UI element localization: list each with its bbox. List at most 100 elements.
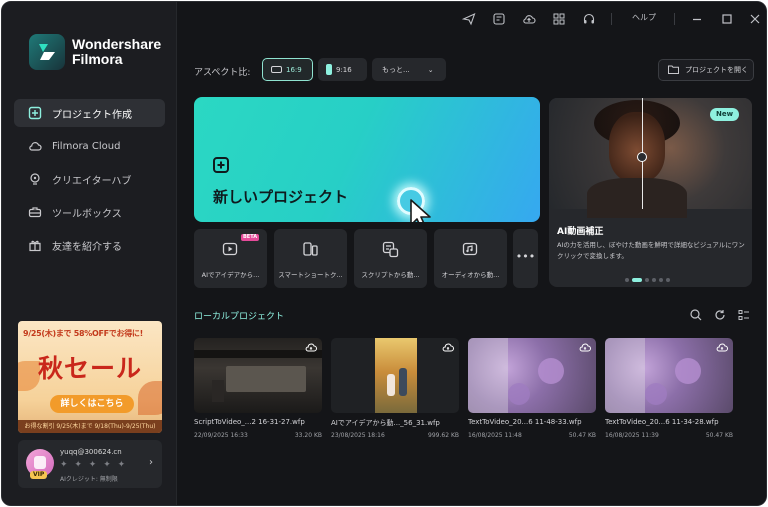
folder-icon (668, 65, 679, 76)
promo-cta-button[interactable]: 詳しくはこちら (50, 395, 134, 413)
tool-ai-idea-to-video[interactable]: BETA AIでアイデアから... (194, 229, 267, 288)
tool-smart-short-clips[interactable]: スマートショートク... (274, 229, 347, 288)
cloud-icon (28, 139, 42, 153)
open-project-button[interactable]: プロジェクトを開く (658, 59, 754, 81)
sidebar-item-label: ツールボックス (52, 208, 122, 220)
cloud-sync-icon[interactable] (305, 342, 317, 352)
carousel-dot[interactable] (652, 278, 656, 282)
landscape-icon (271, 66, 282, 73)
sidebar-item-creator-hub[interactable]: クリエイターハブ (14, 165, 165, 193)
more-tools-button[interactable]: ••• (513, 229, 538, 288)
aspect-option-label: 16:9 (286, 65, 302, 74)
cloud-sync-icon[interactable] (442, 342, 454, 352)
project-name: TextToVideo_20...6 11-34-28.wfp (605, 418, 719, 426)
membership-icons: ✦ ✦ ✦ ✦ ✦ (60, 460, 128, 470)
cloud-upload-icon[interactable] (522, 11, 536, 25)
thumbnail-figure (387, 374, 395, 396)
sidebar-item-label: プロジェクト作成 (52, 109, 132, 121)
project-thumbnail[interactable] (194, 338, 322, 413)
carousel-dot[interactable] (625, 278, 629, 282)
aspect-option-label: 9:16 (336, 65, 352, 74)
minimize-icon[interactable] (690, 11, 704, 25)
thumbnail-flower (538, 358, 564, 384)
cloud-sync-icon[interactable] (716, 342, 728, 352)
sidebar-item-filmora-cloud[interactable]: Filmora Cloud (14, 132, 165, 160)
ai-idea-icon (222, 242, 238, 256)
new-project-title: 新しいプロジェクト (213, 188, 349, 206)
bulb-icon (28, 172, 42, 186)
user-account-card[interactable]: VIP yuqq@300624.cn ✦ ✦ ✦ ✦ ✦ AIクレジット: 無制… (18, 440, 162, 488)
project-size: 50.47 KB (568, 432, 596, 439)
save-project-icon[interactable] (492, 11, 506, 25)
script-video-icon (382, 241, 399, 258)
brand-line-1: Wondershare (72, 36, 162, 52)
portrait-face (609, 112, 665, 182)
thumbnail-shelf (194, 350, 322, 358)
brand-line-2: Filmora (72, 51, 123, 67)
cloud-sync-icon[interactable] (579, 342, 591, 352)
aspect-9-16-button[interactable]: 9:16 (318, 58, 367, 81)
carousel-dot-active[interactable] (632, 278, 642, 282)
thumbnail-image (375, 338, 417, 413)
search-icon[interactable] (689, 307, 703, 321)
thumbnail-figure (399, 368, 407, 396)
tool-label: オーディオから動... (441, 271, 500, 279)
headset-icon[interactable] (582, 11, 596, 25)
project-size: 33.20 KB (294, 432, 322, 439)
chevron-right-icon: › (149, 457, 153, 468)
sidebar: Wondershare Filmora プロジェクト作成 Filmora Clo… (2, 2, 177, 505)
project-thumbnail[interactable] (468, 338, 596, 413)
send-icon[interactable] (461, 11, 476, 26)
beta-badge: BETA (241, 234, 260, 241)
leaf-decoration (138, 381, 162, 415)
sidebar-item-label: クリエイターハブ (52, 175, 132, 187)
featured-ai-video-enhance-card[interactable]: New AI動画補正 AIの力を活用し、ぼやけた動画を鮮明で詳細なビジュアルにワ… (549, 98, 752, 287)
aspect-more-dropdown[interactable]: もっと... ⌄ (372, 58, 446, 81)
compare-slider-handle[interactable] (637, 152, 647, 162)
new-project-card[interactable]: 新しいプロジェクト (194, 97, 540, 222)
tool-audio-to-video[interactable]: オーディオから動... (434, 229, 507, 288)
project-date: 16/08/2025 11:48 (468, 432, 522, 439)
tool-label: AIでアイデアから... (201, 271, 260, 279)
featured-description: AIの力を活用し、ぼやけた動画を鮮明で詳細なビジュアルにワンクリックで変換します… (557, 241, 745, 260)
vip-badge: VIP (30, 471, 48, 479)
sidebar-item-label: 友達を紹介する (52, 241, 122, 253)
project-thumbnail[interactable] (331, 338, 459, 413)
new-badge: New (710, 108, 740, 121)
help-menu[interactable]: ヘルプ (632, 12, 656, 23)
gift-icon (28, 238, 42, 252)
close-icon[interactable] (748, 11, 762, 25)
aspect-16-9-button[interactable]: 16:9 (262, 58, 313, 81)
mouse-cursor-icon (410, 199, 431, 222)
carousel-dots[interactable] (625, 278, 670, 282)
sidebar-item-label: Filmora Cloud (52, 140, 121, 152)
tool-script-to-video[interactable]: スクリプトから動... (354, 229, 427, 288)
portrait-body (587, 178, 687, 218)
list-view-icon[interactable] (737, 307, 751, 321)
thumbnail-flower (645, 383, 667, 405)
carousel-dot[interactable] (659, 278, 663, 282)
thumbnail-figure (212, 380, 224, 402)
refresh-icon[interactable] (713, 307, 727, 321)
audio-video-icon (462, 242, 478, 256)
user-email: yuqq@300624.cn (60, 448, 122, 456)
sidebar-item-create-project[interactable]: プロジェクト作成 (14, 99, 165, 127)
autumn-sale-banner[interactable]: 9/25(木)まで 58%OFFでお得に! 秋セール 詳しくはこちら お得な割引… (18, 321, 162, 433)
sidebar-item-toolbox[interactable]: ツールボックス (14, 198, 165, 226)
ai-credit-text: AIクレジット: 無制限 (60, 476, 118, 483)
project-thumbnail[interactable] (605, 338, 733, 413)
grid-icon[interactable] (552, 11, 566, 25)
aspect-ratio-label: アスペクト比: (194, 68, 251, 78)
carousel-dot[interactable] (645, 278, 649, 282)
project-size: 999.62 KB (428, 432, 459, 439)
app-window: Wondershare Filmora プロジェクト作成 Filmora Clo… (1, 1, 767, 506)
sidebar-item-refer-friend[interactable]: 友達を紹介する (14, 231, 165, 259)
aspect-more-label: もっと... (382, 65, 410, 74)
project-date: 22/09/2025 16:33 (194, 432, 248, 439)
promo-subtitle: 9/25(木)まで 58%OFFでお得に! (23, 329, 143, 338)
filmora-logo-icon (29, 34, 65, 70)
project-name: AIでアイデアから動..._56_31.wfp (331, 419, 440, 427)
carousel-dot[interactable] (666, 278, 670, 282)
maximize-icon[interactable] (720, 11, 734, 25)
promo-footer: お得な割引 9/25(木)まで 9/18(Thu)-9/25(Thu) (18, 420, 162, 433)
